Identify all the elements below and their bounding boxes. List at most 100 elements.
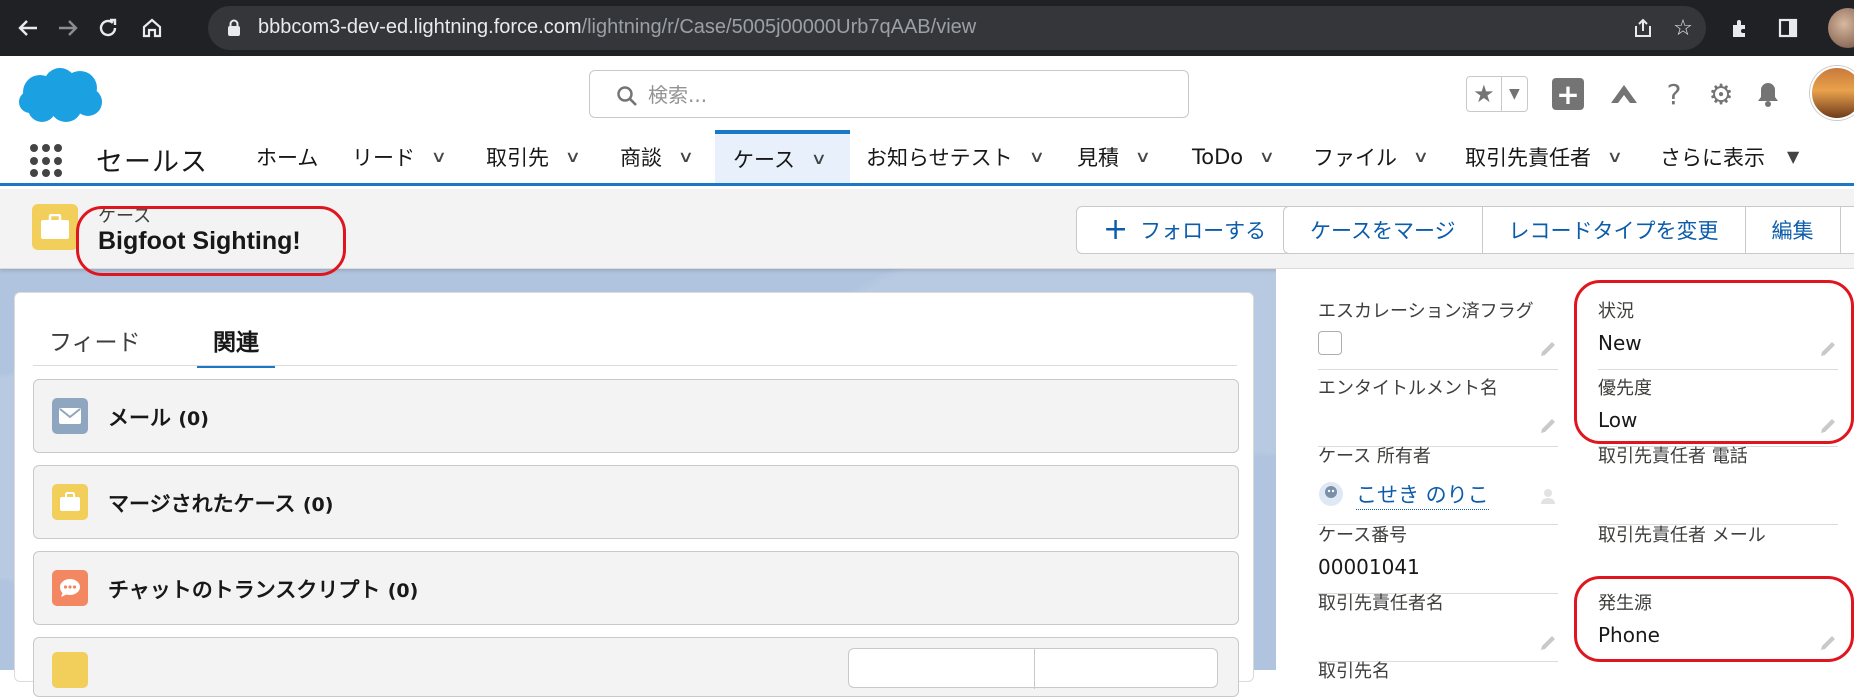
field-case-owner: ケース 所有者 こせき のりこ: [1318, 442, 1558, 525]
related-list-partial[interactable]: [33, 637, 1239, 697]
reload-icon[interactable]: [88, 8, 128, 48]
global-search[interactable]: [589, 70, 1189, 118]
case-briefcase-icon: [52, 652, 88, 688]
field-label: 状況: [1598, 301, 1634, 322]
nav-item-leads[interactable]: リード ∨: [344, 130, 453, 183]
edit-pencil-icon[interactable]: [1818, 339, 1838, 359]
nav-item-todo[interactable]: ToDo ∨: [1184, 130, 1281, 183]
favorite-star-icon[interactable]: ★: [1467, 77, 1502, 111]
trailhead-guidance-icon[interactable]: [1606, 76, 1642, 112]
field-label: ケース 所有者: [1318, 446, 1431, 467]
follow-button-group: + フォローする: [1076, 206, 1294, 254]
nav-item-more[interactable]: さらに表示 ▼: [1652, 130, 1807, 183]
edit-pencil-icon[interactable]: [1818, 633, 1838, 653]
follow-button[interactable]: + フォローする: [1076, 206, 1294, 254]
field-label: 優先度: [1598, 378, 1652, 399]
field-label: エスカレーション済フラグ: [1318, 301, 1534, 322]
field-label: 発生源: [1598, 593, 1652, 614]
favorites-list-caret-icon[interactable]: ▼: [1502, 77, 1527, 111]
chevron-down-icon[interactable]: ∨: [1028, 147, 1044, 166]
lock-icon: [228, 19, 240, 36]
edit-pencil-icon[interactable]: [1538, 416, 1558, 436]
record-highlights-panel: ケース Bigfoot Sighting! + フォローする ケースをマージ レコ…: [0, 189, 1854, 269]
case-owner-link[interactable]: こせき のりこ: [1356, 479, 1489, 510]
escalated-checkbox[interactable]: [1318, 331, 1342, 355]
chevron-down-icon[interactable]: ∨: [1607, 147, 1623, 166]
field-case-number: ケース番号 00001041: [1318, 521, 1558, 594]
nav-item-announcement-test[interactable]: お知らせテスト ∨: [858, 130, 1050, 183]
record-actions-group: ケースをマージ レコードタイプを変更 編集 ▼: [1283, 206, 1854, 254]
field-contact-email: 取引先責任者 メール: [1598, 521, 1838, 583]
chevron-down-icon[interactable]: ∨: [678, 147, 694, 166]
nav-item-files[interactable]: ファイル ∨: [1305, 130, 1435, 183]
chevron-down-icon[interactable]: ∨: [811, 149, 827, 168]
field-contact-phone: 取引先責任者 電話: [1598, 442, 1838, 525]
field-label: 取引先責任者名: [1318, 593, 1444, 614]
status-value: New: [1598, 331, 1642, 355]
nav-item-home[interactable]: ホーム: [248, 130, 326, 183]
field-status: 状況 New: [1598, 297, 1838, 370]
related-list-merged-cases[interactable]: マージされたケース (0): [33, 465, 1239, 539]
related-tab-card: フィード 関連 メール (0) マージされたケース (0) チャットのトランスク…: [14, 292, 1254, 697]
field-label: エンタイトルメント名: [1318, 378, 1498, 399]
caret-down-icon[interactable]: ▼: [1787, 147, 1799, 166]
related-list-title[interactable]: マージされたケース (0): [108, 488, 333, 518]
origin-value: Phone: [1598, 623, 1660, 647]
side-panel-icon[interactable]: [1768, 8, 1808, 48]
merge-cases-button[interactable]: ケースをマージ: [1283, 206, 1483, 254]
tabs-divider: [33, 365, 1237, 366]
help-question-icon[interactable]: ?: [1656, 76, 1692, 112]
address-bar[interactable]: bbbcom3-dev-ed.lightning.force.com/light…: [208, 6, 1706, 50]
change-record-type-button[interactable]: レコードタイプを変更: [1482, 206, 1746, 254]
more-actions-dropdown[interactable]: ▼: [1840, 206, 1854, 254]
chevron-down-icon[interactable]: ∨: [1135, 147, 1151, 166]
search-input[interactable]: [648, 80, 1168, 110]
case-briefcase-icon: [52, 484, 88, 520]
back-arrow-icon[interactable]: [8, 8, 48, 48]
global-header: ★ ▼ + ? ⚙: [0, 56, 1854, 130]
chevron-down-icon[interactable]: ∨: [1413, 147, 1429, 166]
salesforce-logo[interactable]: [16, 64, 106, 126]
record-object-label: ケース: [98, 206, 152, 227]
user-avatar[interactable]: [1810, 66, 1854, 120]
notifications-bell-icon[interactable]: [1750, 76, 1786, 112]
edit-pencil-icon[interactable]: [1538, 633, 1558, 653]
navigation-bar: セールス ホーム リード ∨ 取引先 ∨ 商談 ∨ ケース ∨ お知らせテスト ∨ 見積 ∨…: [0, 130, 1854, 186]
field-origin: 発生源 Phone: [1598, 589, 1838, 651]
related-list-action-buttons[interactable]: [848, 648, 1218, 689]
change-owner-icon[interactable]: [1538, 486, 1558, 506]
related-list-chat-transcripts[interactable]: チャットのトランスクリプト (0): [33, 551, 1239, 625]
priority-value: Low: [1598, 408, 1638, 432]
related-list-title[interactable]: メール (0): [108, 402, 209, 432]
tab-feed[interactable]: フィード: [49, 323, 141, 369]
setup-gear-icon[interactable]: ⚙: [1703, 76, 1739, 112]
edit-button[interactable]: 編集: [1745, 206, 1841, 254]
browser-profile-avatar[interactable]: [1828, 8, 1854, 48]
app-launcher-icon[interactable]: [30, 144, 64, 178]
share-icon[interactable]: [1628, 13, 1658, 43]
nav-item-contacts[interactable]: 取引先責任者 ∨: [1457, 130, 1629, 183]
chevron-down-icon[interactable]: ∨: [431, 147, 447, 166]
related-list-title[interactable]: チャットのトランスクリプト (0): [108, 574, 418, 604]
edit-pencil-icon[interactable]: [1538, 339, 1558, 359]
case-briefcase-icon: [32, 204, 78, 250]
edit-pencil-icon[interactable]: [1818, 416, 1838, 436]
browser-toolbar: bbbcom3-dev-ed.lightning.force.com/light…: [0, 0, 1854, 56]
field-label: 取引先責任者 メール: [1598, 525, 1766, 546]
nav-item-quotes[interactable]: 見積 ∨: [1069, 130, 1157, 183]
nav-item-accounts[interactable]: 取引先 ∨: [478, 130, 587, 183]
field-priority: 優先度 Low: [1598, 374, 1838, 447]
home-icon[interactable]: [132, 8, 172, 48]
tab-related[interactable]: 関連: [197, 323, 275, 368]
bookmark-star-icon[interactable]: ☆: [1668, 13, 1698, 43]
nav-item-cases[interactable]: ケース ∨: [715, 130, 850, 183]
related-list-email[interactable]: メール (0): [33, 379, 1239, 453]
user-avatar-icon: [1319, 482, 1343, 506]
chevron-down-icon[interactable]: ∨: [1259, 147, 1275, 166]
field-contact-name: 取引先責任者名: [1318, 589, 1558, 662]
forward-arrow-icon[interactable]: [48, 8, 88, 48]
global-actions-plus-icon[interactable]: +: [1552, 78, 1584, 111]
chevron-down-icon[interactable]: ∨: [565, 147, 581, 166]
nav-item-opportunities[interactable]: 商談 ∨: [612, 130, 700, 183]
extensions-icon[interactable]: [1720, 8, 1760, 48]
